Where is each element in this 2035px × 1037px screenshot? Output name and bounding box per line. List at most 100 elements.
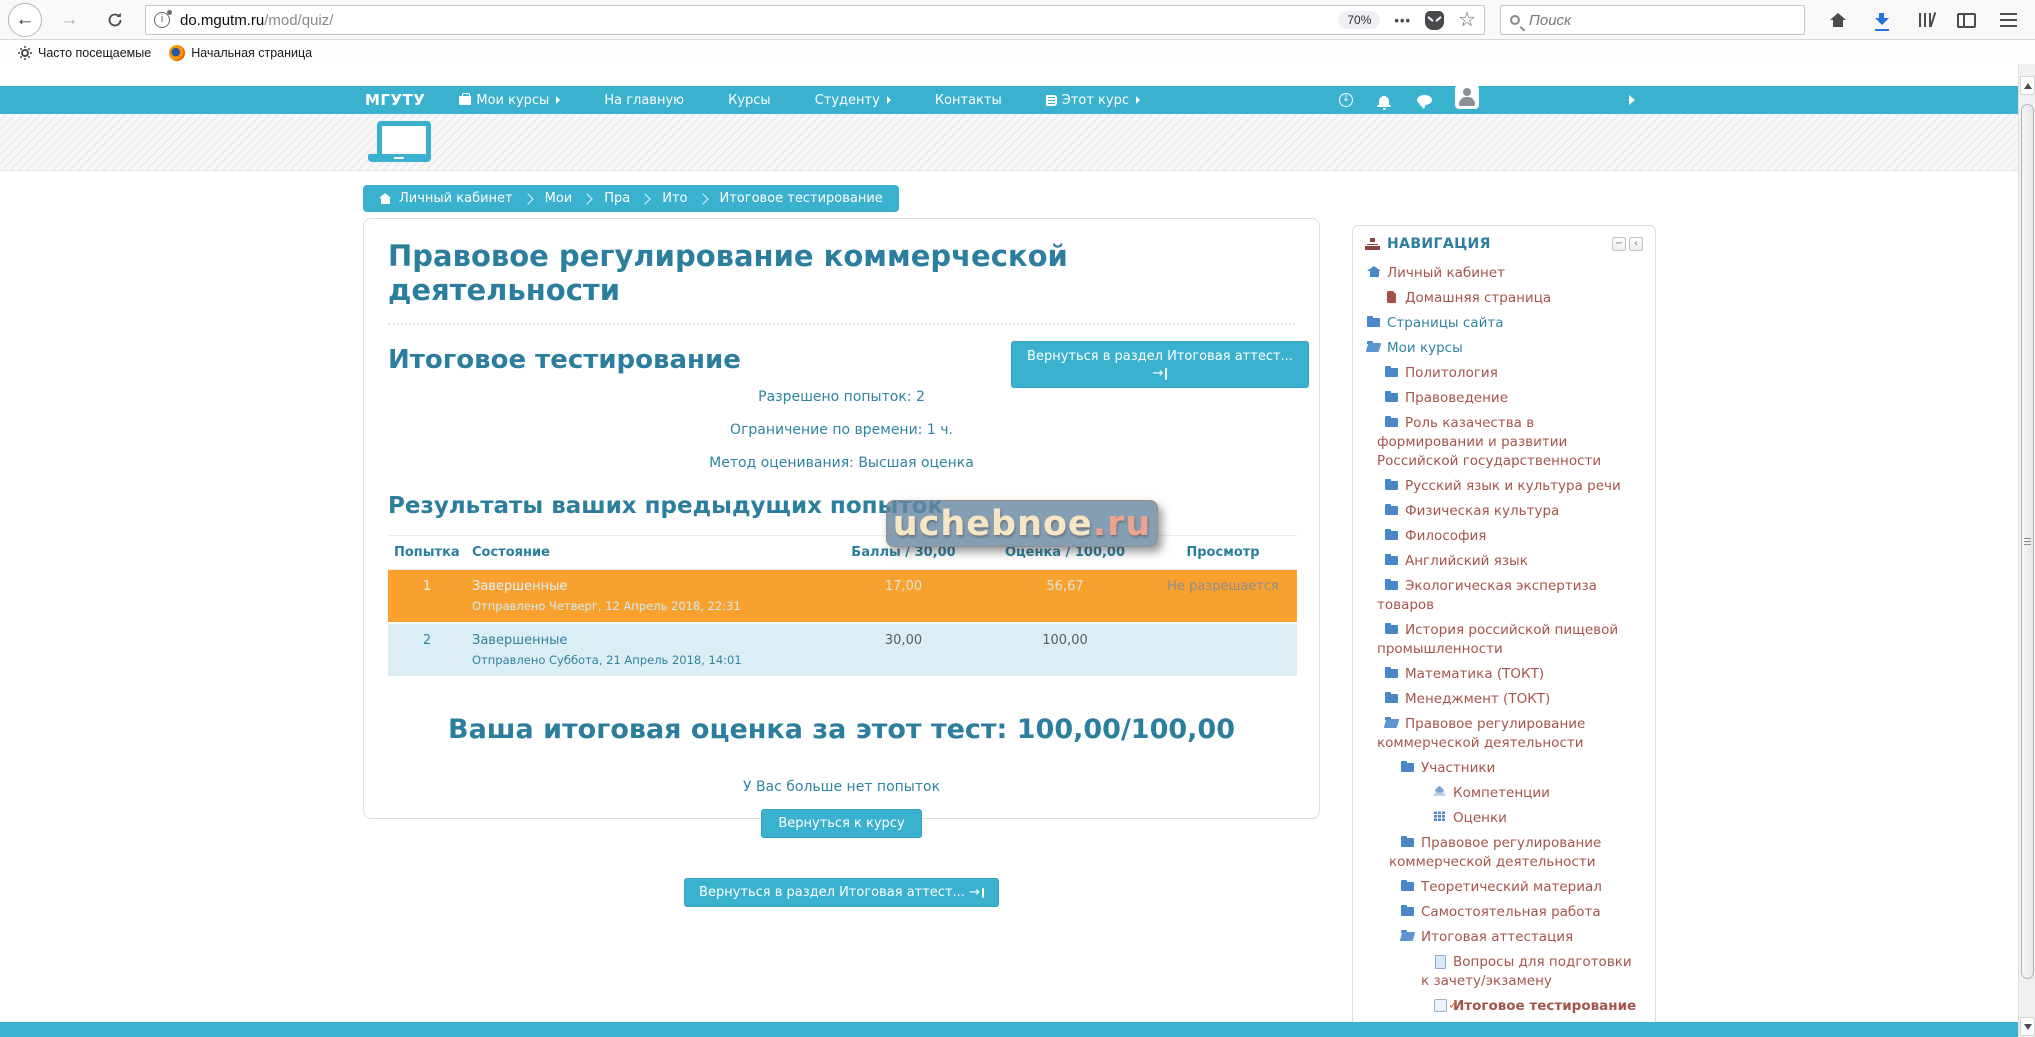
downloads-button[interactable] xyxy=(1868,8,1896,32)
tree-item[interactable]: Правоведение xyxy=(1365,389,1643,408)
main-content-card: Правовое регулирование коммерческой деят… xyxy=(363,218,1320,819)
search-input[interactable]: Поиск xyxy=(1500,5,1805,35)
tree-item[interactable]: Философия xyxy=(1365,527,1643,546)
results-heading: Результаты ваших предыдущих попыток xyxy=(388,493,1295,519)
menu-item[interactable]: Курсы xyxy=(728,93,771,108)
back-button[interactable]: ← xyxy=(8,3,42,37)
avatar xyxy=(1455,85,1479,109)
collapse-block-button[interactable]: − xyxy=(1612,237,1626,251)
tree-item[interactable]: Итоговое тестирование xyxy=(1365,997,1643,1016)
tree-item[interactable]: Правовое регулирование коммерческой деят… xyxy=(1365,715,1643,753)
breadcrumb-item[interactable]: Пра xyxy=(572,191,630,206)
tree-item-icon xyxy=(1385,717,1401,729)
back-to-section-button-bottom[interactable]: Вернуться в раздел Итоговая аттест... xyxy=(684,878,999,907)
library-button[interactable] xyxy=(1912,8,1940,32)
scrollbar-thumb[interactable] xyxy=(2021,104,2034,979)
dock-block-button[interactable]: ‹ xyxy=(1629,237,1643,251)
hamburger-icon xyxy=(2000,19,2017,21)
menu-button[interactable] xyxy=(1994,8,2022,32)
tree-item[interactable]: Компетенции xyxy=(1365,784,1643,803)
tree-item[interactable]: Правовое регулирование коммерческой деят… xyxy=(1365,834,1643,872)
navbar-expand-button[interactable] xyxy=(1620,91,1644,109)
site-brand[interactable]: МГУТУ xyxy=(365,91,425,109)
menu-item[interactable]: Студенту xyxy=(815,93,891,108)
breadcrumb-item[interactable]: Мои xyxy=(513,191,573,206)
url-bar[interactable]: i do.mgutm.ru/mod/quiz/ 70% ••• ☆ xyxy=(145,5,1485,35)
back-to-course-button[interactable]: Вернуться к курсу xyxy=(761,809,921,838)
sidebars-button[interactable] xyxy=(1952,8,1980,32)
tree-item-label: Математика (ТОКТ) xyxy=(1405,666,1544,682)
watermark: uchebnoe.ru xyxy=(886,500,1158,547)
recent-activity-button[interactable]: ↓ xyxy=(1334,91,1358,109)
tree-item-label: Вопросы для подготовки к зачету/экзамену xyxy=(1421,954,1632,989)
tree-item[interactable]: История российской пищевой промышленност… xyxy=(1365,621,1643,659)
menu-item-icon xyxy=(459,96,471,105)
search-icon xyxy=(1510,15,1520,25)
navigation-title: НАВИГАЦИЯ xyxy=(1387,236,1491,252)
tree-item-label: Правоведение xyxy=(1405,390,1508,406)
tree-item[interactable]: Математика (ТОКТ) xyxy=(1365,665,1643,684)
browser-toolbar: ← → i do.mgutm.ru/mod/quiz/ 70% ••• ☆ По… xyxy=(0,0,2035,40)
clock-icon: ↓ xyxy=(1339,93,1353,107)
tree-item-icon xyxy=(1385,667,1401,679)
menu-item[interactable]: Этот курс xyxy=(1046,93,1140,108)
scroll-up-button[interactable] xyxy=(2020,76,2035,95)
menu-item[interactable]: Контакты xyxy=(935,93,1002,108)
breadcrumb-item[interactable]: Личный кабинет xyxy=(379,191,513,206)
tree-item[interactable]: Итоговая аттестация xyxy=(1365,928,1643,947)
zoom-level-badge[interactable]: 70% xyxy=(1338,11,1380,29)
attempts-table-body: 1 Завершенные Отправлено Четверг, 12 Апр… xyxy=(388,570,1297,677)
bookmark-start-page[interactable]: Начальная страница xyxy=(169,45,312,61)
back-to-section-button-top[interactable]: Вернуться в раздел Итоговая аттест... xyxy=(1011,341,1309,388)
reload-button[interactable] xyxy=(98,3,132,37)
bookmark-star-icon[interactable]: ☆ xyxy=(1458,11,1476,29)
chevron-down-icon xyxy=(556,96,560,104)
tree-item-label: Мои курсы xyxy=(1387,340,1463,356)
tree-item[interactable]: Мои курсы xyxy=(1365,339,1643,358)
tree-item-label: Домашняя страница xyxy=(1405,290,1551,306)
tree-item[interactable]: Оценки xyxy=(1365,809,1643,828)
home-icon xyxy=(379,193,392,204)
course-title: Правовое регулирование коммерческой деят… xyxy=(388,239,1295,307)
breadcrumb-item[interactable]: Итоговое тестирование xyxy=(688,191,883,206)
tree-item[interactable]: Роль казачества в формировании и развити… xyxy=(1365,414,1643,471)
home-button[interactable] xyxy=(1824,8,1852,32)
breadcrumb-item[interactable]: Ито xyxy=(630,191,687,206)
tree-item[interactable]: Русский язык и культура речи xyxy=(1365,477,1643,496)
tree-item[interactable]: Физическая культура xyxy=(1365,502,1643,521)
pocket-icon[interactable] xyxy=(1425,11,1444,30)
tree-item-icon xyxy=(1385,416,1401,428)
messages-button[interactable] xyxy=(1412,91,1436,109)
menu-item[interactable]: На главную xyxy=(604,93,684,108)
watermark-text: uchebnoe xyxy=(893,504,1093,544)
tree-item[interactable]: Домашняя страница xyxy=(1365,289,1643,308)
tree-item[interactable]: Самостоятельная работа xyxy=(1365,903,1643,922)
url-path: /mod/quiz/ xyxy=(264,12,333,29)
tree-item[interactable]: Личный кабинет xyxy=(1365,264,1643,283)
tree-item[interactable]: Политология xyxy=(1365,364,1643,383)
menu-item[interactable]: Мои курсы xyxy=(459,93,560,108)
notifications-button[interactable] xyxy=(1372,91,1396,109)
vertical-scrollbar[interactable] xyxy=(2018,64,2035,1037)
attempt-submitted: Отправлено Четверг, 12 Апрель 2018, 22:3… xyxy=(472,599,820,613)
tree-item[interactable]: Менеджмент (ТОКТ) xyxy=(1365,690,1643,709)
tree-item-icon xyxy=(1433,955,1449,967)
page-actions-icon[interactable]: ••• xyxy=(1394,13,1411,28)
page-info-icon[interactable]: i xyxy=(154,12,170,28)
site-logo-laptop-icon[interactable] xyxy=(368,121,430,164)
tree-item[interactable]: Экологическая экспертиза товаров xyxy=(1365,577,1643,615)
tree-item-label: Роль казачества в формировании и развити… xyxy=(1377,415,1601,469)
scroll-down-button[interactable] xyxy=(2020,1017,2035,1036)
user-menu-button[interactable] xyxy=(1455,88,1479,106)
tree-item[interactable]: Страницы сайта xyxy=(1365,314,1643,333)
grading-method: Метод оценивания: Высшая оценка xyxy=(388,455,1295,471)
bookmark-frequently-visited[interactable]: Часто посещаемые xyxy=(18,46,151,60)
tree-item[interactable]: Теоретический материал xyxy=(1365,878,1643,897)
tree-item-label: Английский язык xyxy=(1405,553,1528,569)
url-text[interactable]: do.mgutm.ru/mod/quiz/ xyxy=(180,12,333,29)
forward-button[interactable]: → xyxy=(52,3,86,37)
tree-item-label: Личный кабинет xyxy=(1387,265,1505,281)
tree-item[interactable]: Английский язык xyxy=(1365,552,1643,571)
tree-item[interactable]: Вопросы для подготовки к зачету/экзамену xyxy=(1365,953,1643,991)
tree-item[interactable]: Участники xyxy=(1365,759,1643,778)
